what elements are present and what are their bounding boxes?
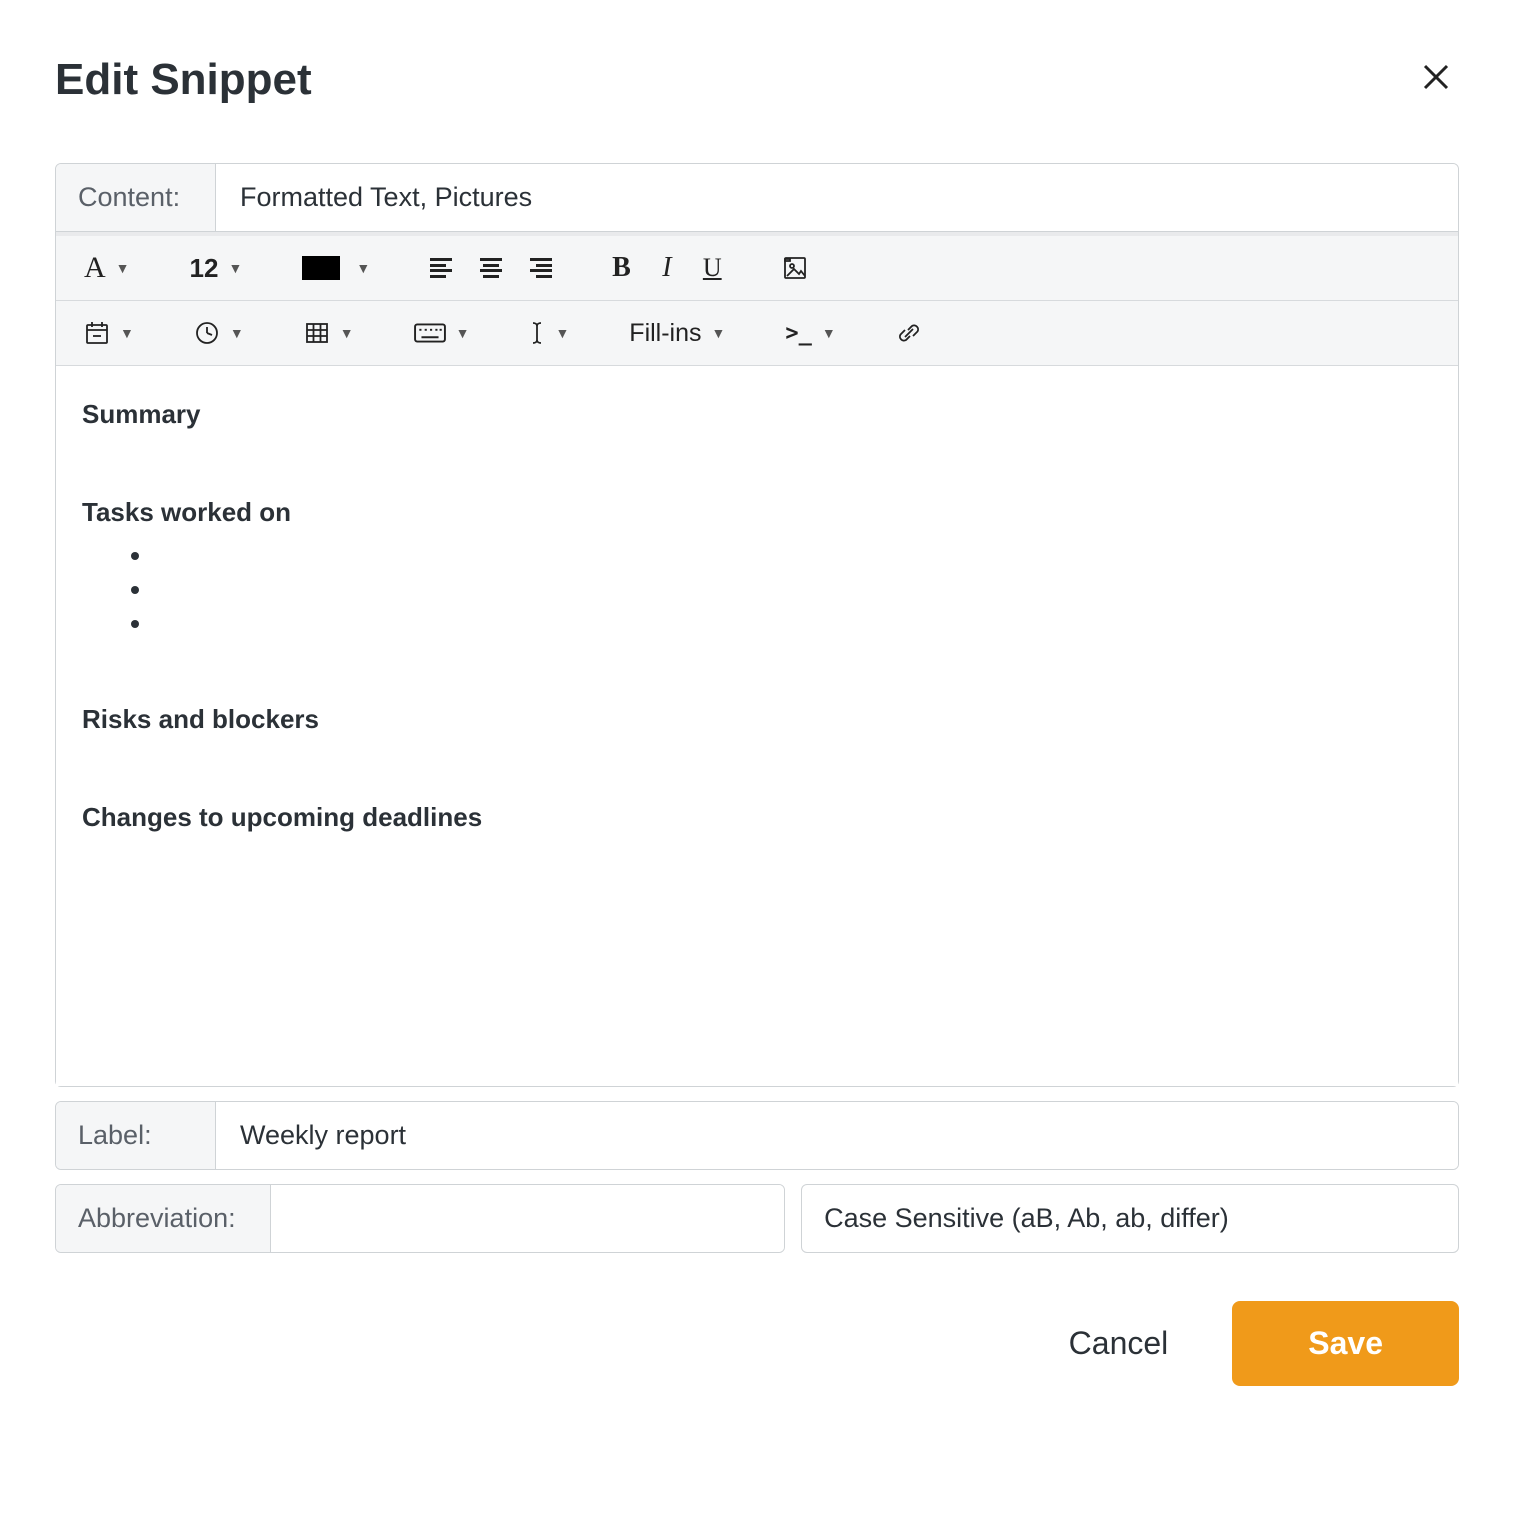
content-field-row: Content: Formatted Text, Pictures [55, 163, 1459, 232]
editor-heading-risks: Risks and blockers [82, 701, 1432, 739]
insert-link-button[interactable] [882, 311, 936, 355]
list-item [154, 537, 1432, 571]
editor-bullet-list [82, 537, 1432, 639]
terminal-icon: >_ [785, 321, 812, 346]
editor-heading-tasks: Tasks worked on [82, 494, 1432, 532]
calendar-icon [84, 320, 110, 346]
label-field-row: Label: [55, 1101, 1459, 1170]
align-left-button[interactable] [416, 246, 466, 290]
insert-table-dropdown[interactable]: ▼ [290, 311, 368, 355]
fillins-dropdown[interactable]: Fill-ins▼ [615, 311, 739, 355]
insert-script-dropdown[interactable]: >_▼ [771, 311, 849, 355]
align-center-button[interactable] [466, 246, 516, 290]
italic-button[interactable]: I [645, 246, 689, 290]
insert-toolbar-row-2: ▼ ▼ ▼ ▼ ▼ Fill-ins▼ >_▼ [56, 301, 1458, 366]
insert-keyboard-dropdown[interactable]: ▼ [400, 311, 484, 355]
bold-button[interactable]: B [598, 246, 645, 290]
link-icon [896, 320, 922, 346]
underline-icon: U [703, 253, 722, 283]
content-editor[interactable]: Summary Tasks worked on Risks and blocke… [56, 366, 1458, 1086]
align-center-icon [480, 256, 502, 281]
color-swatch-icon [302, 256, 340, 280]
insert-image-button[interactable] [768, 246, 822, 290]
case-sensitivity-value: Case Sensitive (aB, Ab, ab, differ) [824, 1203, 1229, 1234]
label-input[interactable] [216, 1102, 1458, 1169]
text-color-dropdown[interactable]: ▼ [288, 246, 384, 290]
dialog-title: Edit Snippet [55, 55, 312, 105]
content-type-dropdown[interactable]: Formatted Text, Pictures [216, 164, 1458, 231]
abbreviation-label: Abbreviation: [56, 1185, 271, 1252]
font-size-dropdown[interactable]: 12▼ [176, 246, 257, 290]
list-item [154, 571, 1432, 605]
editor-heading-changes: Changes to upcoming deadlines [82, 799, 1432, 837]
cancel-button[interactable]: Cancel [1065, 1315, 1173, 1372]
close-icon[interactable] [1413, 57, 1459, 103]
font-family-icon: A [84, 251, 106, 285]
list-item [154, 605, 1432, 639]
font-family-dropdown[interactable]: A▼ [70, 246, 144, 290]
abbreviation-input[interactable] [271, 1185, 784, 1252]
content-type-value: Formatted Text, Pictures [240, 182, 532, 213]
format-toolbar-row-1: A▼ 12▼ ▼ B I U [56, 232, 1458, 301]
clock-icon [194, 320, 220, 346]
insert-time-dropdown[interactable]: ▼ [180, 311, 258, 355]
insert-cursor-dropdown[interactable]: ▼ [515, 311, 583, 355]
fillins-label: Fill-ins [629, 319, 701, 348]
label-field-label: Label: [56, 1102, 216, 1169]
font-size-value: 12 [190, 253, 219, 284]
align-right-button[interactable] [516, 246, 566, 290]
align-left-icon [430, 256, 452, 281]
bold-icon: B [612, 252, 631, 284]
table-icon [304, 320, 330, 346]
abbreviation-field-row: Abbreviation: [55, 1184, 785, 1253]
align-right-icon [530, 256, 552, 281]
italic-icon: I [662, 252, 671, 284]
content-label: Content: [56, 164, 216, 231]
text-cursor-icon [529, 320, 545, 346]
keyboard-icon [414, 322, 446, 344]
editor-heading-summary: Summary [82, 396, 1432, 434]
save-button[interactable]: Save [1232, 1301, 1459, 1386]
insert-date-dropdown[interactable]: ▼ [70, 311, 148, 355]
case-sensitivity-dropdown[interactable]: Case Sensitive (aB, Ab, ab, differ) [801, 1184, 1459, 1253]
image-icon [782, 255, 808, 281]
underline-button[interactable]: U [689, 246, 736, 290]
